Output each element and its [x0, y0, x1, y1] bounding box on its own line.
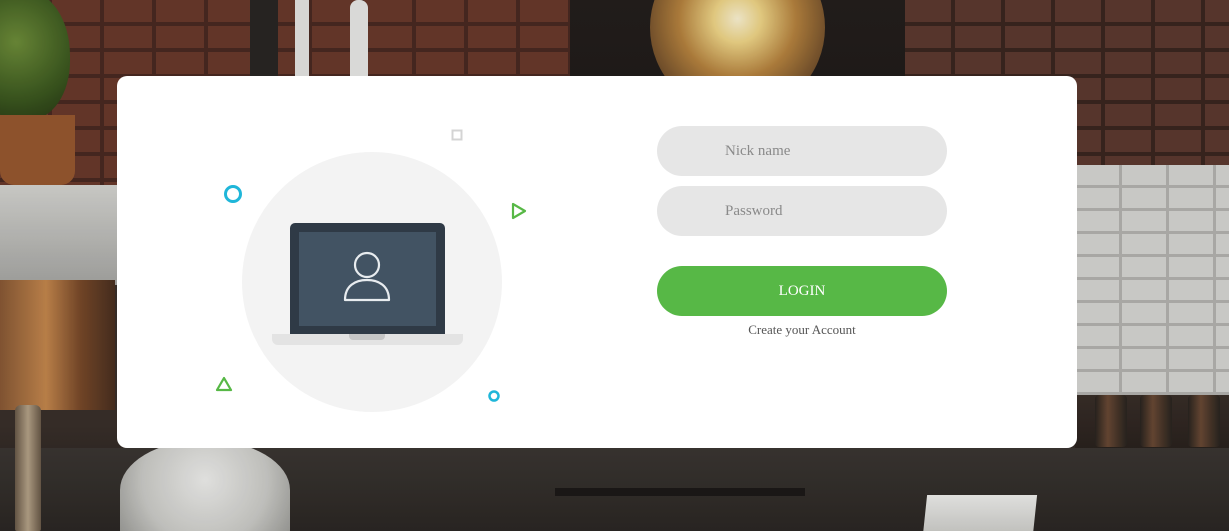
- password-input[interactable]: [657, 186, 947, 236]
- play-triangle-decoration-icon: [511, 202, 527, 220]
- triangle-decoration-icon: [215, 376, 233, 392]
- ring-decoration-icon: [224, 185, 242, 203]
- nickname-input[interactable]: [657, 126, 947, 176]
- create-account-link[interactable]: Create your Account: [657, 322, 947, 338]
- login-button[interactable]: LOGIN: [657, 266, 947, 316]
- square-decoration-icon: [451, 129, 463, 141]
- small-ring-decoration-icon: [488, 390, 500, 402]
- login-form: LOGIN Create your Account: [657, 126, 947, 338]
- login-card: LOGIN Create your Account: [117, 76, 1077, 448]
- user-icon: [343, 251, 391, 302]
- laptop-notch: [349, 334, 385, 340]
- login-illustration: [117, 76, 597, 448]
